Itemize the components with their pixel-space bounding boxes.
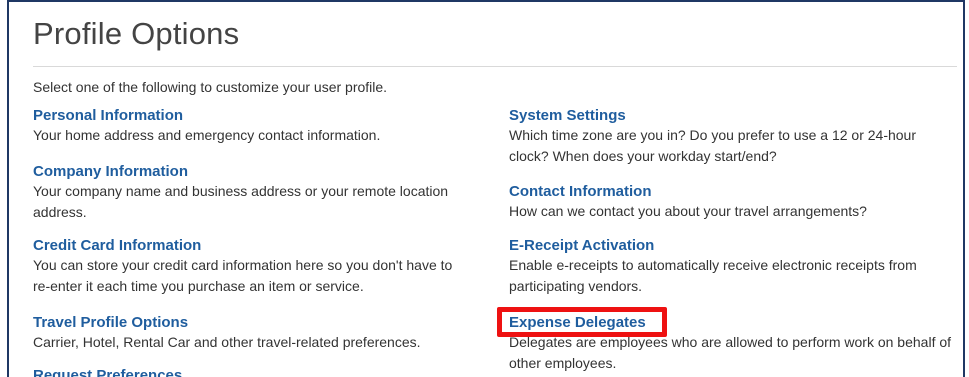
- personal-information-description: Your home address and emergency contact …: [33, 127, 381, 143]
- page-title: Profile Options: [33, 16, 240, 51]
- option-company-information: Company Information Your company name an…: [33, 162, 473, 223]
- e-receipt-activation-link[interactable]: E-Receipt Activation: [509, 236, 954, 255]
- option-expense-delegates: Expense Delegates Delegates are employee…: [509, 313, 954, 374]
- personal-information-link[interactable]: Personal Information: [33, 106, 473, 125]
- request-preferences-link[interactable]: Request Preferences: [33, 366, 473, 377]
- profile-options-panel: Profile Options Select one of the follow…: [7, 0, 965, 377]
- travel-profile-options-link[interactable]: Travel Profile Options: [33, 313, 473, 332]
- option-travel-profile-options: Travel Profile Options Carrier, Hotel, R…: [33, 313, 473, 353]
- contact-information-description: How can we contact you about your travel…: [509, 203, 867, 219]
- option-contact-information: Contact Information How can we contact y…: [509, 182, 954, 222]
- title-divider: [33, 66, 957, 67]
- option-system-settings: System Settings Which time zone are you …: [509, 106, 954, 167]
- contact-information-link[interactable]: Contact Information: [509, 182, 954, 201]
- expense-delegates-link[interactable]: Expense Delegates: [509, 313, 954, 332]
- credit-card-information-link[interactable]: Credit Card Information: [33, 236, 473, 255]
- travel-profile-options-description: Carrier, Hotel, Rental Car and other tra…: [33, 334, 421, 350]
- credit-card-information-description: You can store your credit card informati…: [33, 257, 453, 294]
- system-settings-link[interactable]: System Settings: [509, 106, 954, 125]
- company-information-link[interactable]: Company Information: [33, 162, 473, 181]
- company-information-description: Your company name and business address o…: [33, 183, 449, 220]
- intro-text: Select one of the following to customize…: [33, 79, 388, 95]
- option-credit-card-information: Credit Card Information You can store yo…: [33, 236, 473, 297]
- expense-delegates-description: Delegates are employees who are allowed …: [509, 334, 952, 371]
- option-personal-information: Personal Information Your home address a…: [33, 106, 473, 146]
- system-settings-description: Which time zone are you in? Do you prefe…: [509, 127, 916, 164]
- e-receipt-activation-description: Enable e-receipts to automatically recei…: [509, 257, 917, 294]
- option-e-receipt-activation: E-Receipt Activation Enable e-receipts t…: [509, 236, 954, 297]
- option-request-preferences: Request Preferences: [33, 366, 473, 377]
